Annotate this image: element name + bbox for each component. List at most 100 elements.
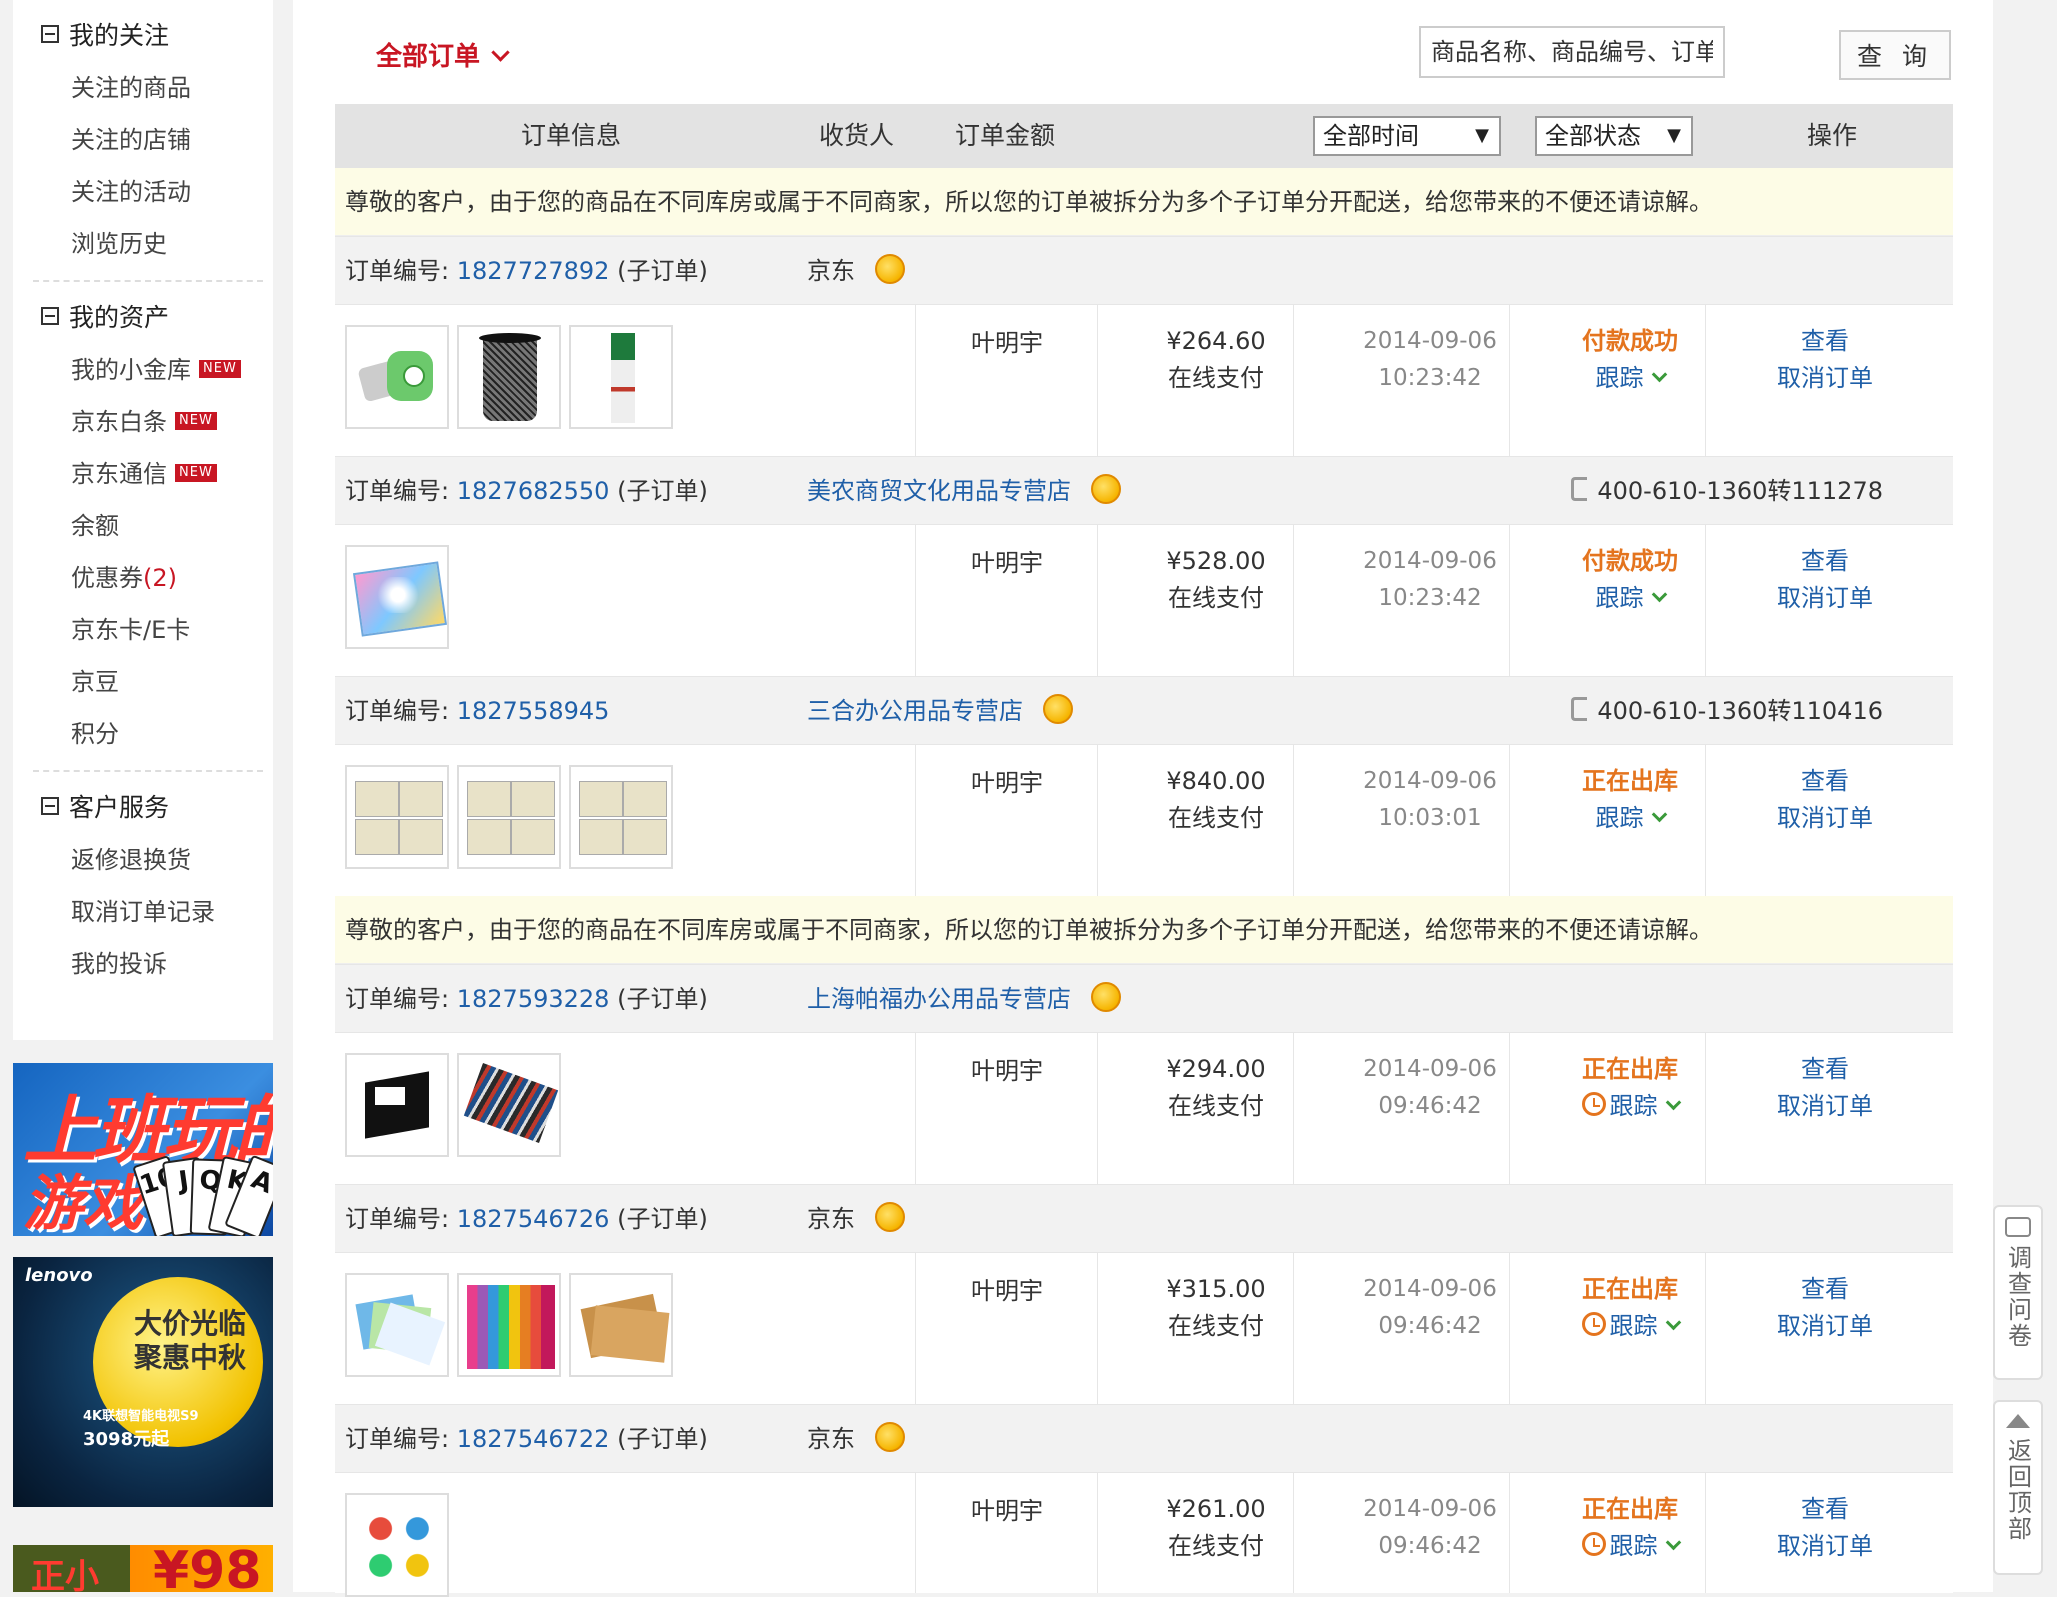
track-link[interactable]: 跟踪 [1555, 1088, 1705, 1125]
order-number-link[interactable]: 1827593228 [457, 985, 610, 1013]
recipient-name: 叶明宇 [971, 329, 1043, 357]
order-header: 订单编号: 1827546722 (子订单) 京东 [335, 1404, 1953, 1473]
order-number-link[interactable]: 1827682550 [457, 477, 610, 505]
order-operations: 查看 取消订单 [1745, 1491, 1905, 1565]
shop-name-link[interactable]: 三合办公用品专营店 [807, 677, 1073, 745]
search-button[interactable]: 查 询 [1839, 30, 1951, 80]
shop-name-link[interactable]: 美农商贸文化用品专营店 [807, 457, 1121, 525]
sidebar-divider [33, 770, 263, 772]
track-link[interactable]: 跟踪 [1555, 800, 1705, 837]
product-thumbnail[interactable] [569, 765, 673, 869]
shop-name: 京东 [807, 1405, 905, 1473]
sidebar-section-follow[interactable]: 我的关注 [41, 16, 169, 56]
track-link[interactable]: 跟踪 [1555, 580, 1705, 617]
product-thumbnail[interactable] [345, 1273, 449, 1377]
view-order-link[interactable]: 查看 [1745, 763, 1905, 800]
order-number-link[interactable]: 1827546722 [457, 1425, 610, 1453]
order-amount: ¥528.00 在线支付 [1166, 547, 1266, 612]
all-orders-dropdown[interactable]: 全部订单 [376, 36, 510, 73]
cancel-order-link[interactable]: 取消订单 [1745, 1088, 1905, 1125]
sidebar-item-jd-card[interactable]: 京东卡/E卡 [71, 610, 190, 650]
chat-icon[interactable] [875, 1202, 905, 1232]
cancel-order-link[interactable]: 取消订单 [1745, 1528, 1905, 1565]
ad-banner-lenovo[interactable]: lenovo 大价光临 聚惠中秋 4K联想智能电视S9 3098元起 [13, 1257, 273, 1507]
chat-icon[interactable] [1091, 982, 1121, 1012]
order-search-input[interactable] [1419, 26, 1725, 78]
view-order-link[interactable]: 查看 [1745, 1271, 1905, 1308]
order-status: 正在出库 跟踪 [1555, 1491, 1705, 1565]
sidebar-item-complaints[interactable]: 我的投诉 [71, 944, 167, 984]
clock-icon [1581, 1312, 1606, 1336]
sidebar-item-followed-activities[interactable]: 关注的活动 [71, 172, 191, 212]
sidebar-item-followed-products[interactable]: 关注的商品 [71, 68, 191, 108]
order-number-link[interactable]: 1827558945 [457, 697, 610, 725]
back-to-top-button[interactable]: 返回顶部 [1993, 1400, 2043, 1575]
order-status: 付款成功 跟踪 [1555, 543, 1705, 617]
product-thumbnail[interactable] [569, 1273, 673, 1377]
chat-icon[interactable] [875, 1422, 905, 1452]
view-order-link[interactable]: 查看 [1745, 323, 1905, 360]
status-filter-select[interactable]: 全部状态 ▼ [1535, 116, 1693, 156]
sidebar-item-points[interactable]: 积分 [71, 714, 119, 754]
product-thumbnail[interactable] [569, 325, 673, 429]
order-amount: ¥294.00 在线支付 [1166, 1055, 1266, 1120]
product-thumbnail[interactable] [345, 765, 449, 869]
order-time: 2014-09-06 10:03:01 [1363, 768, 1497, 831]
track-link[interactable]: 跟踪 [1555, 360, 1705, 397]
sidebar-item-cancel-records[interactable]: 取消订单记录 [71, 892, 215, 932]
view-order-link[interactable]: 查看 [1745, 1051, 1905, 1088]
sidebar-item-coupons[interactable]: 优惠券(2) [71, 558, 177, 598]
ad-banner-price[interactable]: 正小 ¥98 [13, 1545, 273, 1592]
order-operations: 查看 取消订单 [1745, 323, 1905, 397]
shop-name-link[interactable]: 上海帕福办公用品专营店 [807, 965, 1121, 1033]
product-thumbnail[interactable] [345, 325, 449, 429]
track-link[interactable]: 跟踪 [1555, 1528, 1705, 1565]
product-thumbnail[interactable] [457, 1053, 561, 1157]
cancel-order-link[interactable]: 取消订单 [1745, 360, 1905, 397]
order-operations: 查看 取消订单 [1745, 763, 1905, 837]
product-thumbnail[interactable] [457, 765, 561, 869]
chat-icon[interactable] [875, 254, 905, 284]
sidebar-item-browse-history[interactable]: 浏览历史 [71, 224, 167, 264]
lenovo-logo: lenovo [25, 1265, 93, 1286]
sidebar-item-baitiao[interactable]: 京东白条 NEW [71, 402, 217, 442]
survey-tab[interactable]: 调查问卷 [1993, 1205, 2043, 1380]
order-status: 付款成功 跟踪 [1555, 323, 1705, 397]
order-operations: 查看 取消订单 [1745, 1051, 1905, 1125]
order-number-link[interactable]: 1827546726 [457, 1205, 610, 1233]
ad-banner-game[interactable]: 上班玩的 游戏 10 J Q K A [13, 1063, 273, 1236]
view-order-link[interactable]: 查看 [1745, 543, 1905, 580]
order-number-link[interactable]: 1827727892 [457, 257, 610, 285]
sidebar-section-service[interactable]: 客户服务 [41, 788, 169, 828]
new-badge: NEW [199, 360, 241, 378]
sidebar-item-followed-shops[interactable]: 关注的店铺 [71, 120, 191, 160]
chat-bubble-icon [2005, 1217, 2031, 1237]
cancel-order-link[interactable]: 取消订单 [1745, 800, 1905, 837]
order-header: 订单编号: 1827727892 (子订单) 京东 [335, 236, 1953, 305]
product-thumbnail[interactable] [345, 545, 449, 649]
sidebar-item-balance[interactable]: 余额 [71, 506, 119, 546]
product-thumbnail[interactable] [345, 1053, 449, 1157]
order-time: 2014-09-06 09:46:42 [1363, 1056, 1497, 1119]
cancel-order-link[interactable]: 取消订单 [1745, 580, 1905, 617]
chat-icon[interactable] [1091, 474, 1121, 504]
order-row: 叶明宇 ¥294.00 在线支付 2014-09-06 09:46:42 正在出库跟… [335, 1032, 1953, 1185]
sidebar-item-jingdou[interactable]: 京豆 [71, 662, 119, 702]
sidebar-section-assets[interactable]: 我的资产 [41, 298, 169, 338]
track-link[interactable]: 跟踪 [1555, 1308, 1705, 1345]
order-time: 2014-09-06 10:23:42 [1363, 548, 1497, 611]
product-thumbnail[interactable] [345, 1493, 449, 1597]
view-order-link[interactable]: 查看 [1745, 1491, 1905, 1528]
sidebar-item-jinku[interactable]: 我的小金库 NEW [71, 350, 241, 390]
product-thumbnail[interactable] [457, 1273, 561, 1377]
product-thumbnail[interactable] [457, 325, 561, 429]
order-table-header: 订单信息 收货人 订单金额 全部时间 ▼ 全部状态 ▼ 操作 [335, 104, 1953, 168]
chevron-down-icon [1665, 1314, 1681, 1331]
phone-icon [1571, 697, 1588, 721]
shop-phone: 400-610-1360转110416 [1571, 677, 1883, 745]
chat-icon[interactable] [1043, 694, 1073, 724]
sidebar-item-jd-telecom[interactable]: 京东通信 NEW [71, 454, 217, 494]
time-filter-select[interactable]: 全部时间 ▼ [1313, 116, 1501, 156]
cancel-order-link[interactable]: 取消订单 [1745, 1308, 1905, 1345]
sidebar-item-returns[interactable]: 返修退换货 [71, 840, 191, 880]
